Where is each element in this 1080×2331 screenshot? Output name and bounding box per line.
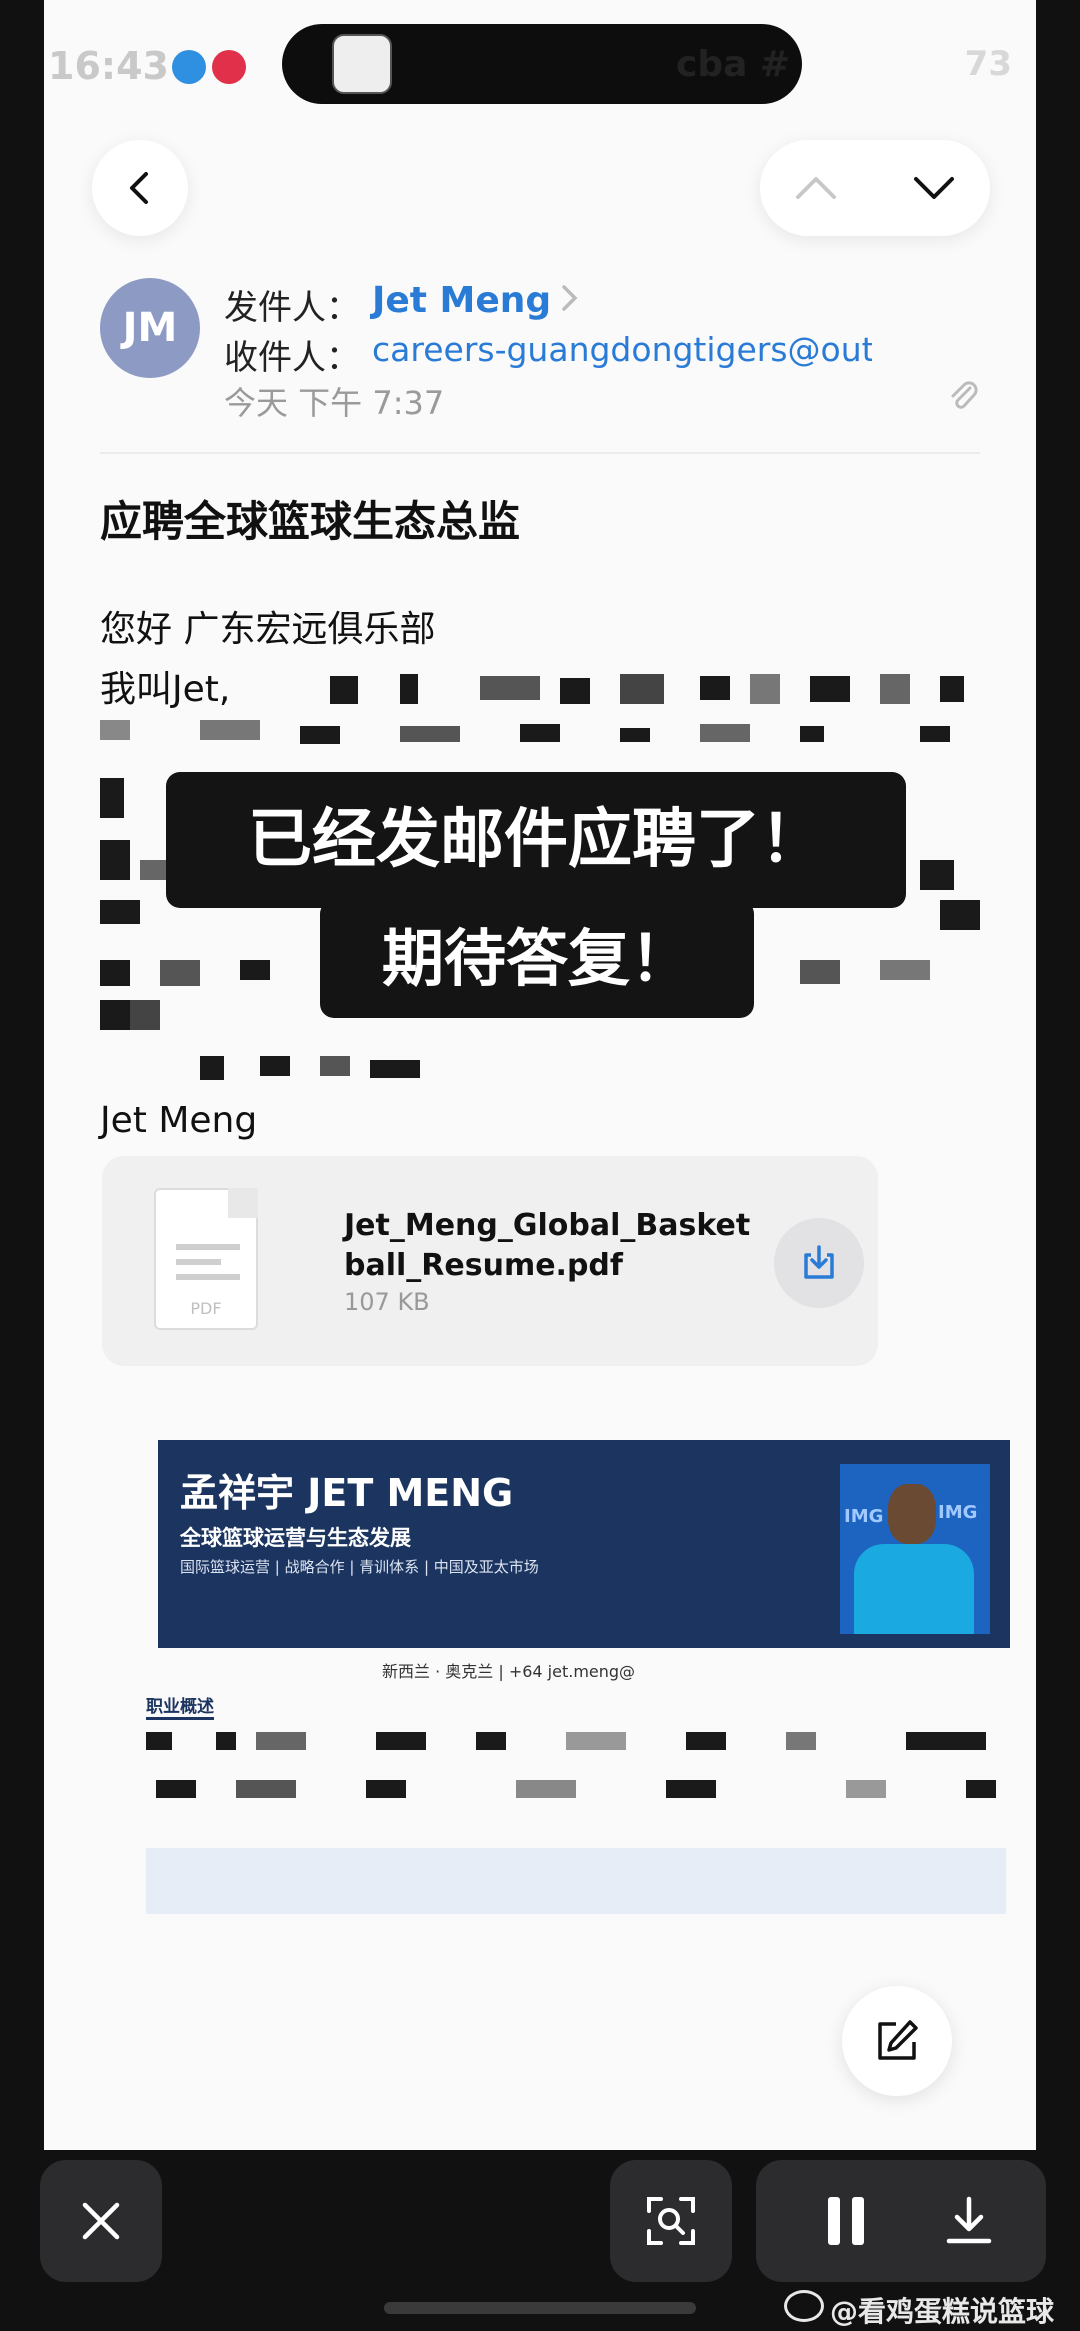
caption-overlay-line1: 已经发邮件应聘了！ (166, 772, 906, 908)
resume-photo: IMG IMG (840, 1464, 990, 1634)
watermark-text: @看鸡蛋糕说篮球 (830, 2295, 1055, 2328)
email-date: 今天 下午 7:37 (224, 384, 445, 422)
back-button[interactable] (92, 140, 188, 236)
download-icon (946, 2196, 992, 2244)
home-indicator[interactable] (384, 2302, 696, 2314)
scan-search-icon (647, 2197, 695, 2245)
attachment-card[interactable]: PDF Jet_Meng_Global_Basketball_Resume.pd… (102, 1156, 878, 1366)
phone-screen: 16:43 cba # 73 JM 发件人： Jet Meng 收件人： car… (44, 0, 1036, 2150)
close-button[interactable] (40, 2160, 162, 2282)
header-divider (100, 452, 980, 454)
paperclip-icon (948, 378, 978, 418)
resume-tags: 国际篮球运营 | 战略合作 | 青训体系 | 中国及亚太市场 (180, 1558, 539, 1576)
resume-table-row (146, 1848, 1006, 1914)
greeting-text: 您好 广东宏远俱乐部 (100, 609, 436, 650)
caption-overlay-line2: 期待答复！ (320, 900, 754, 1018)
sender-avatar[interactable]: JM (100, 278, 200, 378)
sender-name-link[interactable]: Jet Meng (372, 280, 551, 321)
chevron-up-icon (796, 177, 836, 199)
to-label: 收件人： (224, 338, 360, 378)
save-attachment-button[interactable] (774, 1218, 864, 1308)
weibo-logo-icon (784, 2290, 824, 2322)
email-signature: Jet Meng (100, 1100, 258, 1141)
chevron-left-icon (130, 172, 148, 204)
resume-subtitle: 全球篮球运营与生态发展 (180, 1526, 411, 1550)
app-notification-icon (212, 50, 246, 84)
next-message-button[interactable] (904, 158, 964, 218)
media-controls (756, 2160, 1046, 2282)
download-button[interactable] (934, 2190, 1004, 2252)
status-bar: 16:43 cba # 73 (44, 0, 1036, 110)
attachment-filename: Jet_Meng_Global_Basketball_Resume.pdf (344, 1208, 751, 1283)
email-subject: 应聘全球篮球生态总监 (100, 497, 521, 546)
message-nav-group (760, 140, 990, 236)
resume-section-title: 职业概述 (146, 1692, 214, 1720)
app-notification-icon (172, 50, 206, 84)
resume-banner: 孟祥宇 JET MENG 全球篮球运营与生态发展 国际篮球运营 | 战略合作 |… (158, 1440, 1010, 1648)
status-time: 16:43 (48, 44, 169, 88)
visual-search-button[interactable] (610, 2160, 732, 2282)
pause-icon (828, 2197, 864, 2245)
chevron-down-icon (914, 177, 954, 199)
redacted-resume-text (146, 1720, 1006, 1820)
chevron-right-icon[interactable] (559, 282, 581, 318)
recipient-address-link[interactable]: careers-guangdongtigers@outloo (372, 330, 872, 369)
pause-button[interactable] (816, 2190, 876, 2252)
resume-name: 孟祥宇 JET MENG (180, 1471, 514, 1515)
pdf-file-icon: PDF (154, 1188, 258, 1330)
island-thumbnail (332, 34, 392, 94)
compose-button[interactable] (842, 1986, 952, 2096)
close-icon (82, 2202, 120, 2240)
attachment-size: 107 KB (344, 1288, 430, 1316)
download-tray-icon (804, 1245, 834, 1279)
battery-level: 73 (964, 44, 1012, 84)
from-label: 发件人： (224, 288, 360, 328)
compose-icon (878, 2020, 918, 2060)
previous-message-button[interactable] (786, 158, 846, 218)
status-center-text: cba # (676, 44, 791, 85)
resume-contact: 新西兰 · 奥克兰 | +64 jet.meng@ (382, 1662, 636, 1681)
